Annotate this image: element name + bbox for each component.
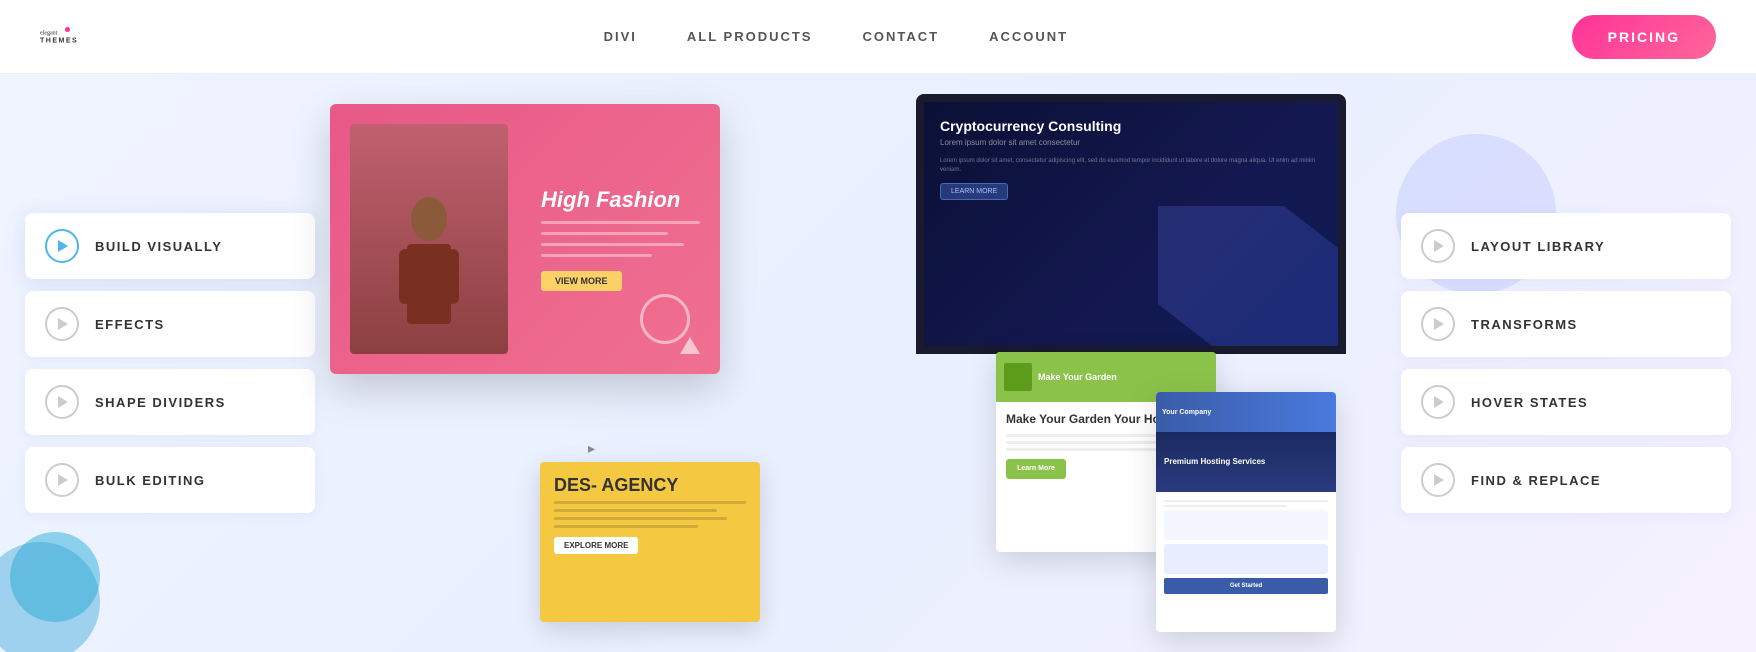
feature-label-layout-library: LAYOUT LIBRARY [1471,239,1605,254]
crypto-learn-more-button[interactable]: LEARN MORE [940,183,1008,200]
desc-line-4 [541,254,652,257]
card-consulting-website: Your Company Premium Hosting Services Ge… [1156,392,1336,632]
crypto-site: Cryptocurrency Consulting Lorem ipsum do… [924,102,1338,346]
yellow-explore-button[interactable]: EXPLORE MORE [554,537,638,554]
nav-divi[interactable]: DIVI [604,29,637,44]
mockup-desktop-monitor: Cryptocurrency Consulting Lorem ipsum do… [916,94,1346,394]
logo[interactable]: elegant THEMES [40,17,100,57]
mockup-pink-fashion: High Fashion VIEW MORE [330,104,720,374]
nav-account[interactable]: ACCOUNT [989,29,1068,44]
svg-text:elegant: elegant [40,30,58,36]
garden-logo [1004,363,1032,391]
consulting-hero: Premium Hosting Services [1156,432,1336,492]
pricing-button[interactable]: PRICING [1572,15,1716,59]
cursor-indicator: ▸ [588,440,595,457]
right-features-panel: LAYOUT LIBRARY TRANSFORMS HOVER STATES [1376,74,1756,652]
feature-label-build-visually: BUILD VISUALLY [95,239,222,254]
svg-text:THEMES: THEMES [40,37,78,44]
play-icon-layout-library [1421,229,1455,263]
nav: DIVI ALL PRODUCTS CONTACT ACCOUNT [604,29,1069,44]
header: elegant THEMES DIVI ALL PRODUCTS CONTACT… [0,0,1756,74]
play-icon-build-visually [45,229,79,263]
crypto-title: Cryptocurrency Consulting [940,118,1322,134]
feature-label-bulk-editing: BULK EDITING [95,473,205,488]
mockup-cards-cluster: Make Your Garden Make Your Garden Your H… [996,352,1336,632]
feature-label-transforms: TRANSFORMS [1471,317,1578,332]
service-block-2 [1164,544,1328,574]
feature-shape-dividers[interactable]: SHAPE DIVIDERS [25,369,315,435]
feature-label-effects: EFFECTS [95,317,165,332]
feature-label-hover-states: HOVER STATES [1471,395,1588,410]
logo-icon: elegant THEMES [40,17,100,57]
desc-line-1 [541,221,700,224]
yellow-line-4 [554,525,698,528]
feature-hover-states[interactable]: HOVER STATES [1401,369,1731,435]
feature-find-replace[interactable]: FIND & REPLACE [1401,447,1731,513]
desc-line-2 [541,232,668,235]
mockup-person-image [350,124,508,354]
feature-layout-library[interactable]: LAYOUT LIBRARY [1401,213,1731,279]
garden-nav-text: Make Your Garden [1038,372,1117,382]
yellow-line-1 [554,501,746,504]
yellow-agency-title: DES- AGENCY [554,476,746,496]
crypto-desc: Lorem ipsum dolor sit amet, consectetur … [940,157,1322,175]
nav-all-products[interactable]: ALL PRODUCTS [687,29,813,44]
consulting-header: Your Company [1156,392,1336,432]
person-silhouette [350,124,508,354]
desc-line-3 [541,243,684,246]
mockup-fashion-title: High Fashion [541,187,700,213]
mockup-fashion-text: High Fashion VIEW MORE [525,187,700,291]
play-icon-shape-dividers [45,385,79,419]
consulting-body: Get Started [1156,492,1336,602]
garden-line-2 [1006,441,1166,444]
center-mockup-panel: High Fashion VIEW MORE DES- AGENCY EXPLO… [340,74,1376,652]
play-icon-find-replace [1421,463,1455,497]
feature-effects[interactable]: EFFECTS [25,291,315,357]
left-features-panel: BUILD VISUALLY EFFECTS SHAPE DIVIDERS [0,74,340,652]
yellow-line-2 [554,509,717,512]
feature-label-shape-dividers: SHAPE DIVIDERS [95,395,226,410]
mockup-yellow-agency: DES- AGENCY EXPLORE MORE [540,462,760,622]
consulting-line-1 [1164,500,1328,502]
play-icon-effects [45,307,79,341]
yellow-line-3 [554,517,727,520]
nav-contact[interactable]: CONTACT [862,29,939,44]
service-block-1 [1164,510,1328,540]
consulting-line-2 [1164,505,1287,507]
view-more-button[interactable]: VIEW MORE [541,271,622,291]
consulting-hero-text: Premium Hosting Services [1164,456,1265,467]
main-content: BUILD VISUALLY EFFECTS SHAPE DIVIDERS [0,74,1756,652]
triangle-deco [680,337,700,354]
crypto-subtitle: Lorem ipsum dolor sit amet consectetur [940,138,1322,147]
monitor-screen: Cryptocurrency Consulting Lorem ipsum do… [916,94,1346,354]
feature-label-find-replace: FIND & REPLACE [1471,473,1601,488]
play-icon-hover-states [1421,385,1455,419]
crypto-3d-deco [1158,206,1338,346]
play-icon-transforms [1421,307,1455,341]
consulting-logo-text: Your Company [1162,409,1211,416]
feature-bulk-editing[interactable]: BULK EDITING [25,447,315,513]
play-icon-bulk-editing [45,463,79,497]
feature-transforms[interactable]: TRANSFORMS [1401,291,1731,357]
feature-build-visually[interactable]: BUILD VISUALLY [25,213,315,279]
